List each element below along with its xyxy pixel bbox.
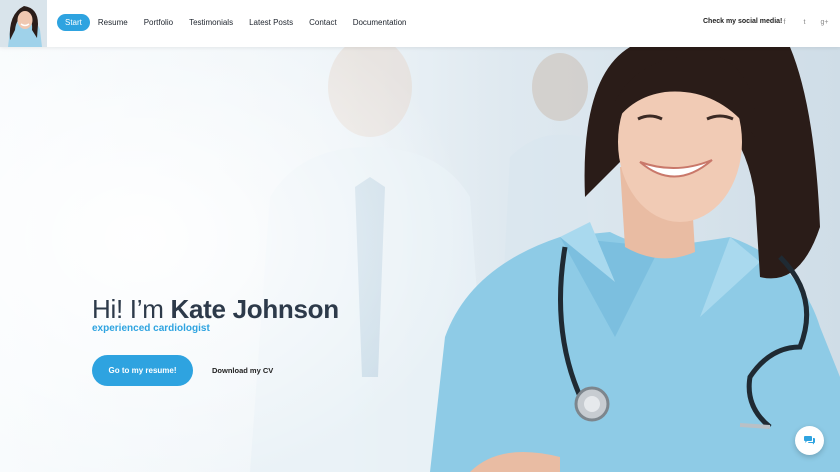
social-icons: f t g+ bbox=[778, 16, 838, 29]
hero-background-image bbox=[0, 47, 840, 472]
hero-section: Hi! I’m Kate Johnson experienced cardiol… bbox=[0, 47, 840, 472]
top-navigation-bar: Start Resume Portfolio Testimonials Late… bbox=[0, 0, 840, 47]
hero-title: Hi! I’m Kate Johnson bbox=[92, 294, 339, 324]
google-plus-icon[interactable]: g+ bbox=[818, 16, 831, 29]
facebook-icon[interactable]: f bbox=[778, 16, 791, 29]
nav-portfolio[interactable]: Portfolio bbox=[136, 14, 181, 31]
hero-greeting: Hi! I’m bbox=[92, 294, 164, 324]
twitter-icon[interactable]: t bbox=[798, 16, 811, 29]
chat-icon bbox=[804, 436, 815, 445]
download-cv-link[interactable]: Download my CV bbox=[212, 366, 273, 375]
hero-text-block: Hi! I’m Kate Johnson experienced cardiol… bbox=[92, 294, 339, 334]
hero-subtitle: experienced cardiologist bbox=[92, 323, 210, 334]
nav-contact[interactable]: Contact bbox=[301, 14, 345, 31]
hero-name: Kate Johnson bbox=[170, 294, 340, 324]
nav-latest-posts[interactable]: Latest Posts bbox=[241, 14, 301, 31]
chat-button[interactable] bbox=[795, 426, 824, 455]
nav-resume[interactable]: Resume bbox=[90, 14, 136, 31]
main-nav: Start Resume Portfolio Testimonials Late… bbox=[57, 14, 415, 31]
nav-testimonials[interactable]: Testimonials bbox=[181, 14, 241, 31]
nav-start[interactable]: Start bbox=[57, 14, 90, 31]
nav-documentation[interactable]: Documentation bbox=[345, 14, 415, 31]
social-media-label: Check my social media! bbox=[703, 18, 783, 25]
go-to-resume-button[interactable]: Go to my resume! bbox=[92, 355, 193, 386]
avatar[interactable] bbox=[0, 0, 47, 47]
